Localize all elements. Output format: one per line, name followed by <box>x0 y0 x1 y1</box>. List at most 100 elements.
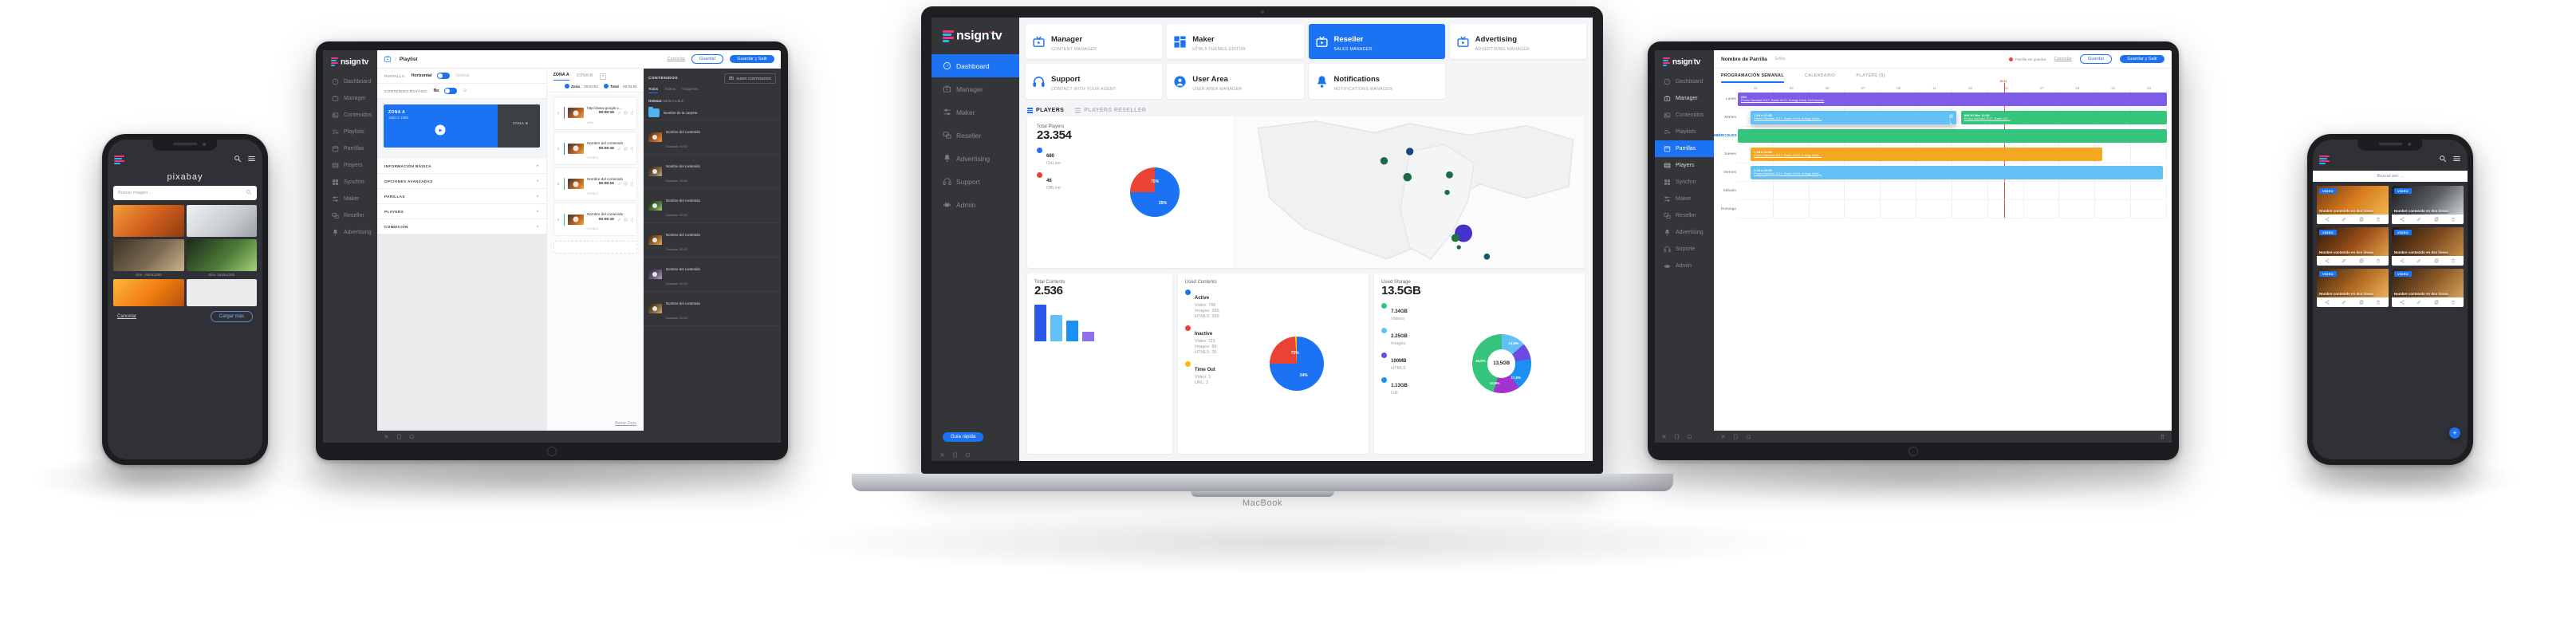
edit-icon[interactable] <box>2416 217 2421 222</box>
trash-icon[interactable] <box>2376 300 2381 305</box>
edit-icon[interactable] <box>2342 258 2346 263</box>
card-advertising[interactable]: Advertising ADVERTISING MANAGER <box>1449 24 1586 59</box>
breadcrumb[interactable]: / Playlist <box>384 55 418 63</box>
playlist-item[interactable]: 4 Nombre del contenido VIDEO 00:00:15 <box>553 203 637 236</box>
sidebar-item-admin[interactable]: Admin <box>1655 258 1714 274</box>
play-button[interactable] <box>435 124 446 136</box>
content-actions[interactable] <box>2317 297 2389 307</box>
accordion-players[interactable]: PLAYERS ▸ <box>377 204 546 219</box>
sidebar-item-admin[interactable]: Admin <box>932 193 1019 216</box>
item-thumbnail[interactable] <box>568 143 585 154</box>
drop-zone[interactable] <box>553 241 637 254</box>
sidebar-item-advertising[interactable]: Advertising <box>1655 224 1714 241</box>
trash-icon[interactable] <box>630 111 634 115</box>
close-icon[interactable] <box>384 434 389 439</box>
content-thumbnail[interactable] <box>648 235 662 245</box>
trash-icon[interactable] <box>2160 434 2165 439</box>
content-thumbnail[interactable]: VIDEO Nombre contenido en dos lineas <box>2392 186 2464 215</box>
image-thumb[interactable] <box>113 239 184 271</box>
sidebar[interactable]: nsign•tv Dashboard Manager Contenidos Pl… <box>323 50 377 443</box>
calendar-event[interactable]: INICIO Mar 12:30 Promo Navidad 2017, Rad… <box>1960 111 2167 124</box>
item-thumbnail[interactable] <box>568 108 585 118</box>
tablet-icon[interactable] <box>1674 434 1680 439</box>
copy-icon[interactable] <box>624 217 628 222</box>
edit-icon[interactable] <box>617 147 621 151</box>
save-button[interactable]: Guardar <box>2079 54 2113 64</box>
calendar-event[interactable]: 24h Promo Navidad 2017, Radio VIVO, Ener… <box>1738 93 2167 106</box>
playlist-item[interactable]: 3 Nombre del contenido VIDEO 00:00:15 <box>553 167 637 201</box>
add-content-fab[interactable]: + <box>2449 427 2460 439</box>
close-icon[interactable] <box>939 452 945 458</box>
rotated-toggle[interactable] <box>444 88 458 94</box>
upload-contents-button[interactable]: SUBIR CONTENIDOS <box>724 73 776 84</box>
accordion-condicion[interactable]: CONDICIÓN ▸ <box>377 219 546 234</box>
bottom-toolbar[interactable] <box>1714 431 2172 443</box>
sidebar-item-maker[interactable]: Maker <box>1655 191 1714 207</box>
sidebar-item-manager[interactable]: Manager <box>932 77 1019 100</box>
copy-icon[interactable] <box>2434 300 2439 305</box>
copy-icon[interactable] <box>2359 258 2364 263</box>
sidebar-item-maker[interactable]: Maker <box>323 191 377 207</box>
add-zone-button[interactable]: + <box>600 73 607 80</box>
calendar-event[interactable]: 1:15 a 23:59 Promo Navidad 2017, Radio V… <box>1751 166 2163 179</box>
sidebar-item-maker[interactable]: Maker <box>932 100 1019 124</box>
pixabay-image-grid-2[interactable] <box>108 277 262 306</box>
calendar-event[interactable] <box>1738 129 2167 143</box>
calendar-row[interactable]: MIÉRCOLES <box>1714 127 2167 145</box>
edit-icon[interactable] <box>2416 258 2421 263</box>
hamburger-menu-icon[interactable] <box>247 152 256 167</box>
card-user-area[interactable]: User Area USER AREA MANAGER <box>1167 64 1304 99</box>
circle-icon[interactable] <box>1687 434 1692 439</box>
sidebar-item-contenidos[interactable]: Contenidos <box>1655 107 1714 124</box>
circle-icon[interactable] <box>965 452 971 458</box>
calendar-event[interactable]: 1:15 a 11:45 Promo Navidad 2017, Radio V… <box>1751 148 2103 161</box>
close-icon[interactable] <box>1661 434 1667 439</box>
card-support[interactable]: Support CONTACT WITH YOUR AGENT <box>1026 64 1163 99</box>
sidebar-item-reseller[interactable]: Reseller <box>323 207 377 224</box>
copy-icon[interactable] <box>2434 217 2439 222</box>
contents-tabs[interactable]: Todos Videos Imágenes <box>644 87 781 96</box>
bottom-toolbar[interactable] <box>377 431 781 443</box>
content-thumbnail[interactable]: VIDEO Nombre contenido en dos lineas <box>2392 269 2464 297</box>
content-card[interactable]: VIDEO Nombre contenido en dos lineas <box>2392 227 2464 266</box>
trash-icon[interactable] <box>2451 258 2456 263</box>
image-thumb[interactable] <box>186 205 257 237</box>
content-thumbnail[interactable]: VIDEO Nombre contenido en dos lineas <box>2317 227 2389 256</box>
content-card[interactable]: VIDEO Nombre contenido en dos lineas <box>2317 269 2389 307</box>
edit-icon[interactable] <box>2416 300 2421 305</box>
share-icon[interactable] <box>2325 300 2330 305</box>
zone-tabs[interactable]: ZONA A ZONA B + <box>546 69 644 81</box>
tab-players[interactable]: PLAYERS <box>1027 108 1064 113</box>
sidebar-item-support[interactable]: Support <box>932 170 1019 193</box>
sort-control[interactable]: Ordenar: De la A a la Z <box>644 96 781 106</box>
search-icon[interactable] <box>234 152 242 167</box>
content-thumbnail[interactable] <box>648 132 662 142</box>
circle-icon[interactable] <box>409 434 415 439</box>
trash-icon[interactable] <box>630 218 634 222</box>
zone-preview[interactable]: ZONA A 1920 X 1080 ZONA B <box>384 104 540 148</box>
card-manager[interactable]: Manager CONTENT MANAGER <box>1026 24 1163 59</box>
copy-icon[interactable] <box>2434 258 2439 263</box>
tablet-icon[interactable] <box>1733 434 1739 439</box>
players-tabs[interactable]: PLAYERS PLAYERS RESELLER <box>1019 105 1593 116</box>
trash-icon[interactable] <box>1949 123 1953 124</box>
calendar-row[interactable]: Martes INICIO Mar 12:30 Promo Navidad 20… <box>1724 108 2167 127</box>
orientation-toggle[interactable] <box>437 73 451 79</box>
tab-videos[interactable]: Videos <box>664 87 676 93</box>
trash-icon[interactable] <box>2451 300 2456 305</box>
sidebar-item-manager[interactable]: Manager <box>323 90 377 107</box>
sidebar[interactable]: nsign•tv Dashboard Manager Contenidos Pl… <box>1655 50 1714 443</box>
sidebar-item-soporte[interactable]: Soporte <box>1655 241 1714 258</box>
tablet-icon[interactable] <box>952 452 958 458</box>
edit-icon[interactable] <box>2342 300 2346 305</box>
share-icon[interactable] <box>2400 217 2405 222</box>
edit-icon[interactable] <box>2342 217 2346 222</box>
save-and-exit-button[interactable]: Guardar y Salir <box>730 55 774 63</box>
accordion-informacion-basica[interactable]: INFORMACIÓN BÁSICA ▸ <box>377 159 546 174</box>
trash-icon[interactable] <box>2451 217 2456 222</box>
calendar-row[interactable]: Jueves 1:15 a 11:45 Promo Navidad 2017, … <box>1724 145 2167 163</box>
contents-row[interactable]: Nombre del contenido Duración: 00:15 <box>643 189 781 223</box>
calendar-row[interactable]: Sábado <box>1723 182 2167 200</box>
content-thumbnail[interactable]: VIDEO Nombre contenido en dos lineas <box>2317 269 2389 297</box>
sidebar-item-synchro[interactable]: Synchro <box>1655 174 1714 191</box>
